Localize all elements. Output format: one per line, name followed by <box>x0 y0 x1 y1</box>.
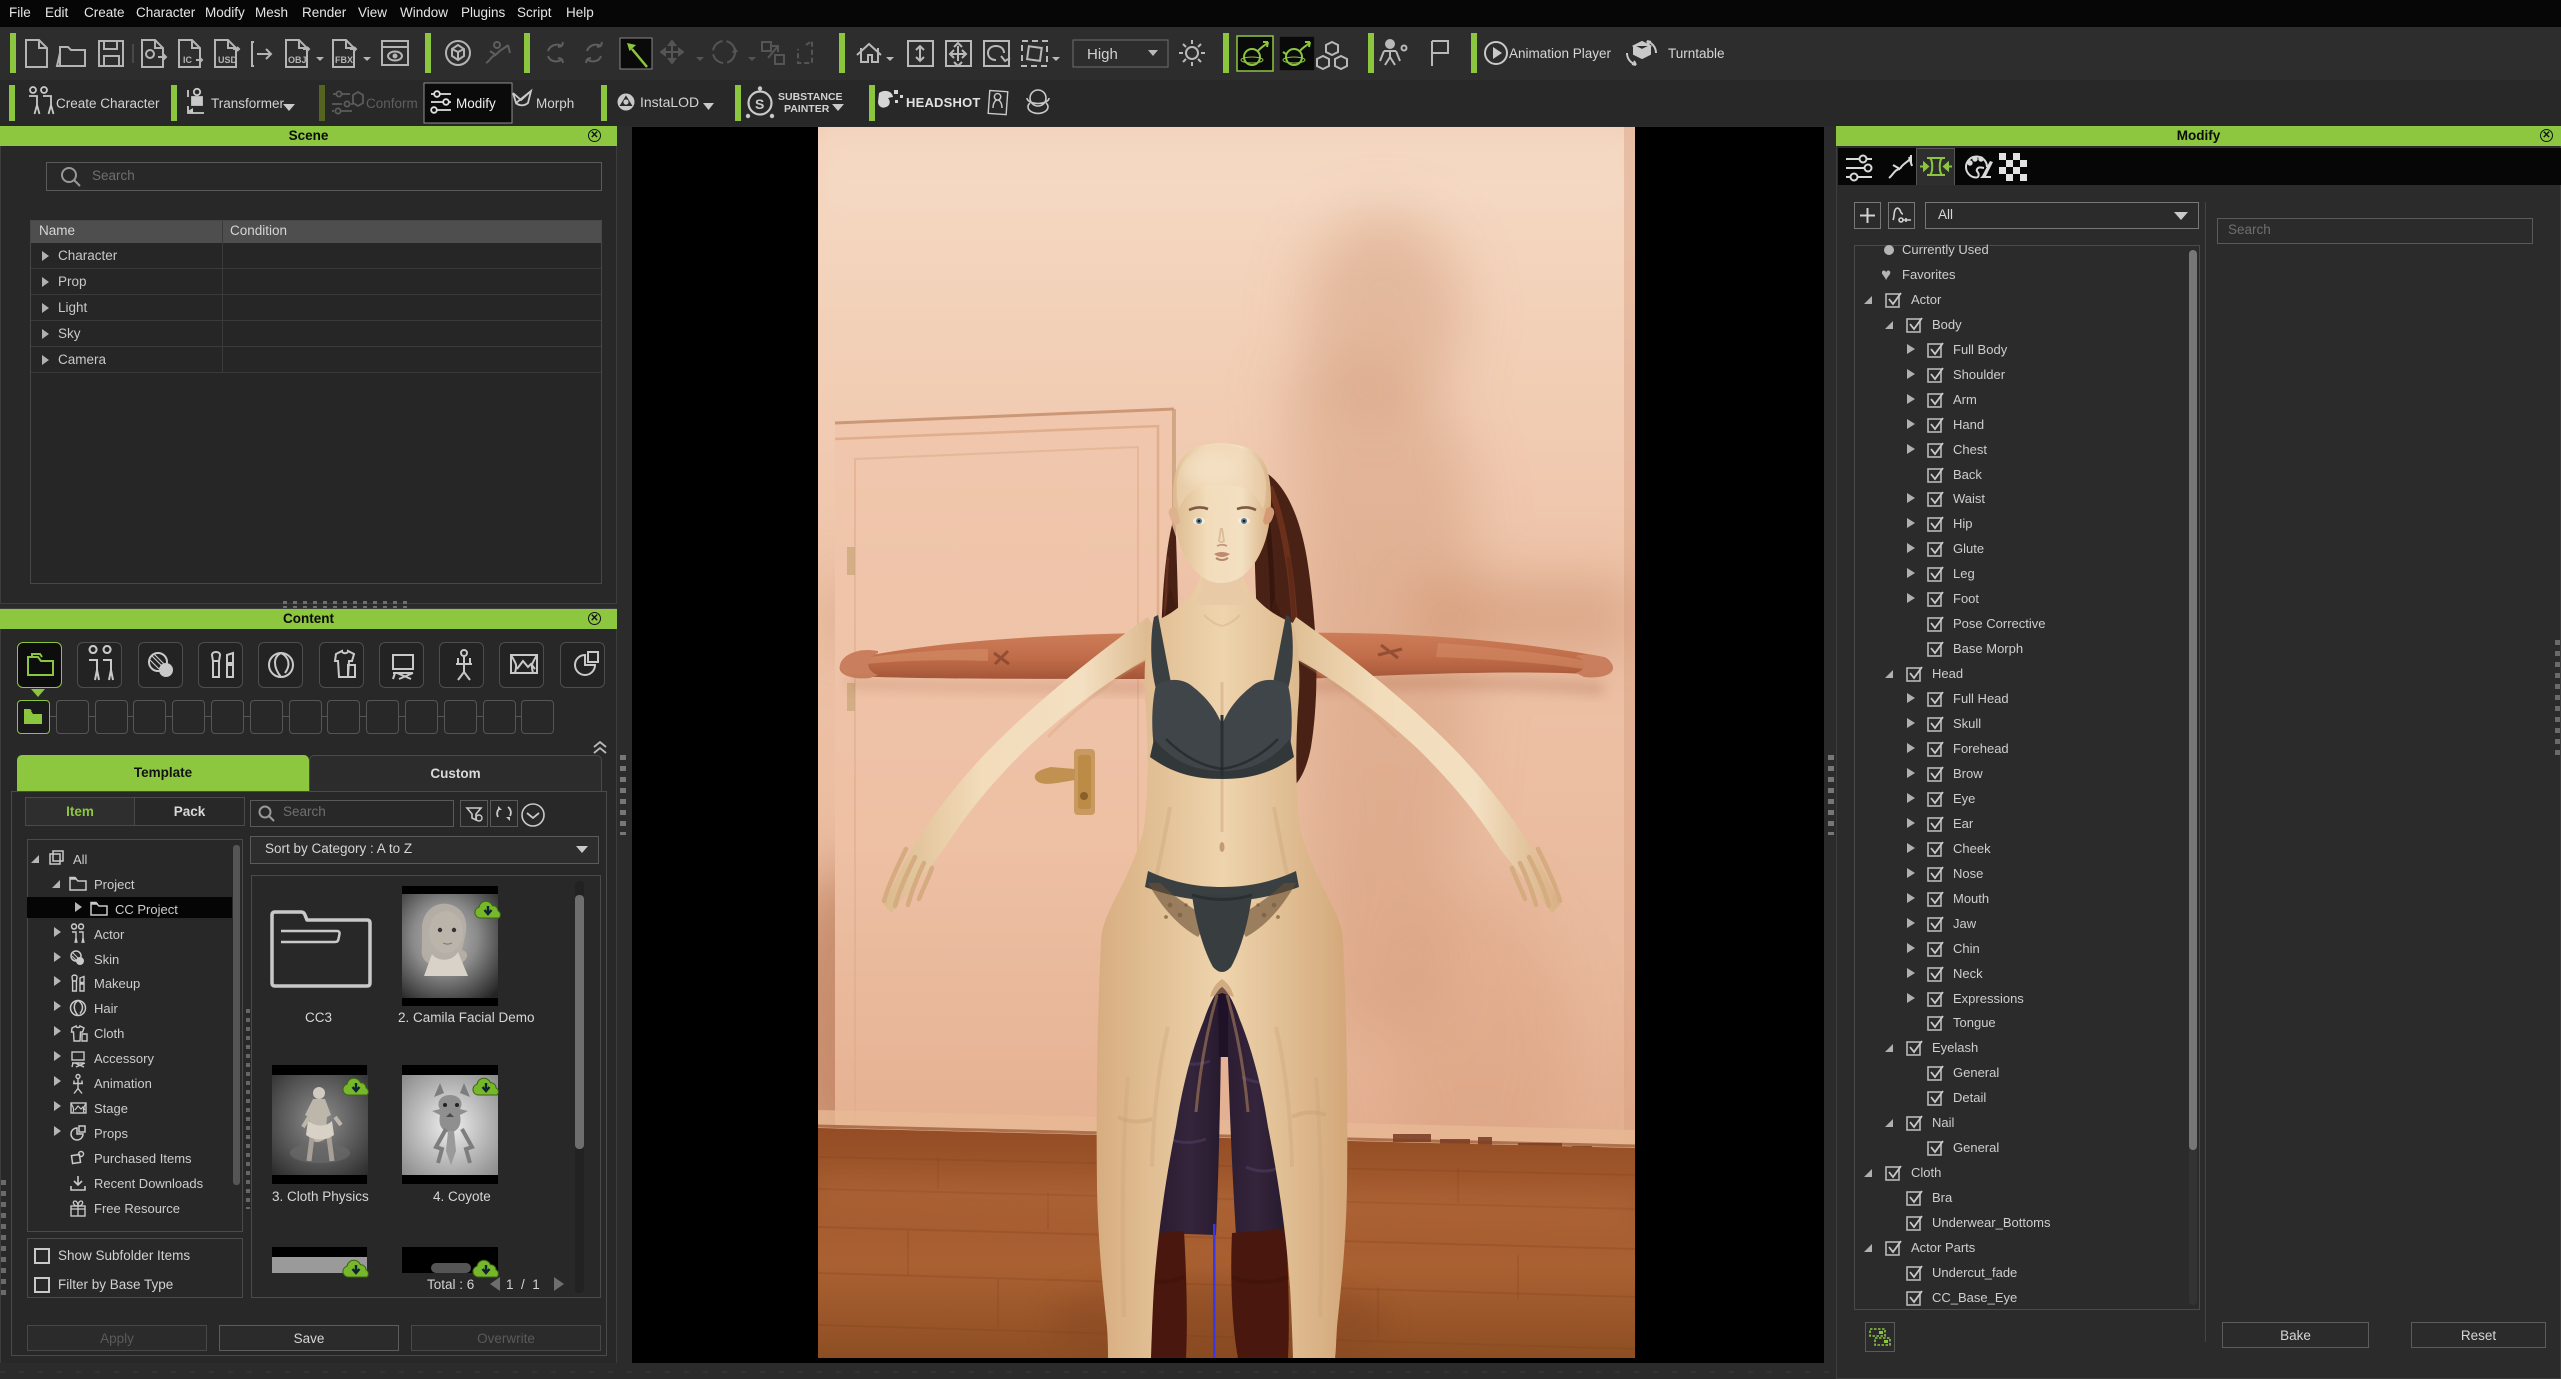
svg-text:Modify: Modify <box>456 96 496 111</box>
svg-text:High: High <box>1087 46 1118 63</box>
svg-text:Animation Player: Animation Player <box>1509 46 1612 61</box>
svg-text:Conform: Conform <box>366 96 418 111</box>
svg-text:PAINTER: PAINTER <box>784 103 830 115</box>
svg-text:Transformer: Transformer <box>211 96 285 111</box>
svg-text:Morph: Morph <box>536 96 574 111</box>
svg-text:Turntable: Turntable <box>1668 46 1725 61</box>
svg-text:OBJ: OBJ <box>288 55 307 65</box>
svg-text:FBX: FBX <box>335 55 353 65</box>
svg-text:S: S <box>755 96 764 112</box>
svg-text:Create Character: Create Character <box>56 96 160 111</box>
svg-text:IC: IC <box>183 55 193 65</box>
svg-text:HEADSHOT: HEADSHOT <box>906 95 981 110</box>
svg-text:USD: USD <box>218 55 238 65</box>
svg-text:InstaLOD: InstaLOD <box>640 94 699 110</box>
svg-text:SUBSTANCE: SUBSTANCE <box>778 91 843 103</box>
